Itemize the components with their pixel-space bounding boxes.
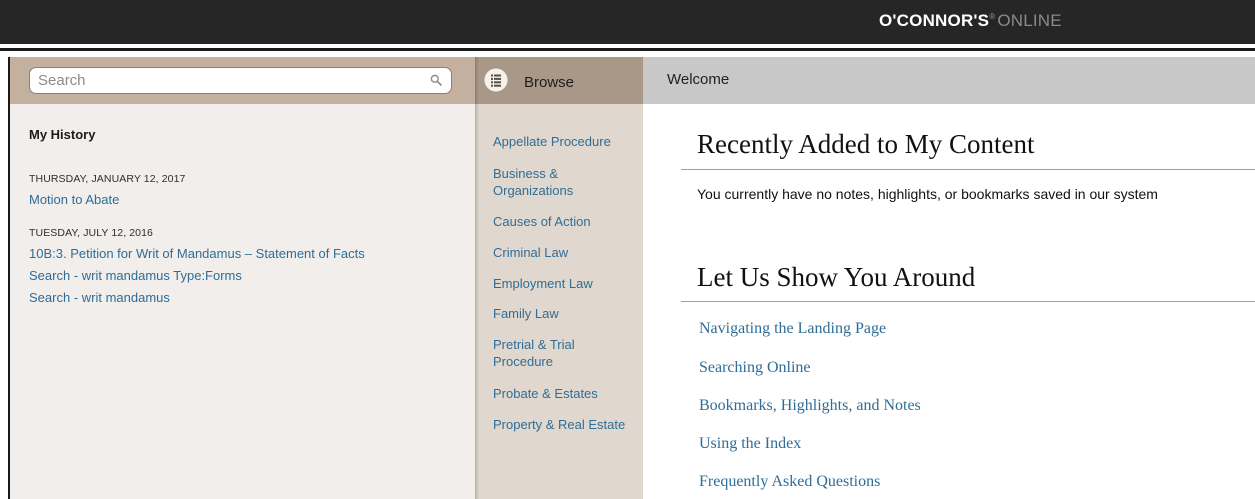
browse-panel-shadow xyxy=(475,57,479,499)
history-date: THURSDAY, JANUARY 12, 2017 xyxy=(29,173,186,185)
left-edge-divider xyxy=(8,57,10,499)
tour-link[interactable]: Bookmarks, Highlights, and Notes xyxy=(699,397,921,415)
section-divider xyxy=(681,301,1255,302)
tour-link[interactable]: Using the Index xyxy=(699,435,801,453)
browse-category[interactable]: Criminal Law xyxy=(493,244,633,261)
history-date: TUESDAY, JULY 12, 2016 xyxy=(29,227,153,239)
browse-button[interactable]: Browse xyxy=(484,64,594,98)
empty-content-message: You currently have no notes, highlights,… xyxy=(697,186,1158,202)
tour-link[interactable]: Searching Online xyxy=(699,359,811,377)
tour-link[interactable]: Frequently Asked Questions xyxy=(699,473,880,491)
top-bar: O'CONNOR'S® ONLINE xyxy=(0,0,1255,44)
browse-category[interactable]: Probate & Estates xyxy=(493,385,633,402)
browse-category[interactable]: Property & Real Estate xyxy=(493,416,633,433)
search-input[interactable] xyxy=(38,71,418,90)
history-link[interactable]: 10B:3. Petition for Writ of Mandamus – S… xyxy=(29,246,365,261)
tour-title: Let Us Show You Around xyxy=(697,262,976,292)
browse-category[interactable]: Family Law xyxy=(493,305,633,322)
main-header xyxy=(643,57,1255,104)
browse-panel xyxy=(475,104,643,499)
browse-category[interactable]: Causes of Action xyxy=(493,213,633,230)
browse-label: Browse xyxy=(524,74,575,91)
brand-suffix: ONLINE xyxy=(997,11,1062,30)
history-link[interactable]: Search - writ mandamus Type:Forms xyxy=(29,268,242,283)
tab-welcome[interactable]: Welcome xyxy=(667,71,729,88)
list-icon xyxy=(484,68,508,92)
brand-trademark: ® xyxy=(989,12,996,22)
browse-category[interactable]: Pretrial & Trial Procedure xyxy=(493,336,633,370)
history-title: My History xyxy=(29,127,96,142)
brand-logo[interactable]: O'CONNOR'S® ONLINE xyxy=(879,11,1062,31)
search-icon[interactable] xyxy=(430,74,442,86)
browse-category[interactable]: Appellate Procedure xyxy=(493,133,633,150)
search-box[interactable] xyxy=(29,67,452,94)
section-divider xyxy=(681,169,1255,170)
history-link[interactable]: Search - writ mandamus xyxy=(29,290,170,305)
tour-link[interactable]: Navigating the Landing Page xyxy=(699,320,886,338)
top-divider xyxy=(0,48,1255,51)
recent-content-title: Recently Added to My Content xyxy=(697,129,1035,159)
browse-category[interactable]: Business & Organizations xyxy=(493,165,633,199)
history-link[interactable]: Motion to Abate xyxy=(29,192,119,207)
brand-name: O'CONNOR'S xyxy=(879,11,990,30)
browse-category[interactable]: Employment Law xyxy=(493,275,633,292)
